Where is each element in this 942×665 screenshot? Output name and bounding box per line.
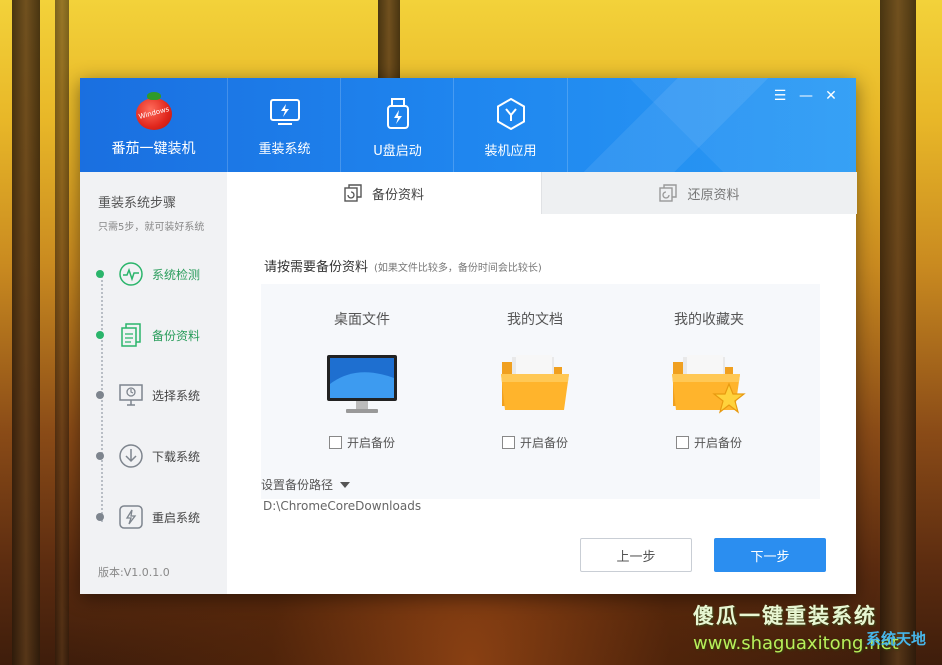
next-button[interactable]: 下一步 <box>714 538 826 572</box>
folder-star-icon <box>671 354 747 418</box>
sidebar-title: 重装系统步骤 <box>98 196 177 211</box>
backup-path-value: D:\ChromeCoreDownloads <box>263 499 422 513</box>
tab-bar: 备份资料 还原资料 <box>227 172 857 214</box>
backup-content: 请按需要备份资料 (如果文件比较多，备份时间会比较长) 桌面文件 开启备份 我的文… <box>227 214 856 594</box>
step-dot <box>96 331 104 339</box>
steps-sidebar: 重装系统步骤 只需5步，就可装好系统 系统检测 备份资料 选择系统 下载系统 重… <box>80 172 228 594</box>
download-circle-icon <box>118 443 144 469</box>
checkbox-label: 开启备份 <box>693 436 742 450</box>
step-dot <box>96 513 104 521</box>
title-bar: Windows 番茄一键装机 重装系统 U盘启动 装机应用 ☰ — ✕ <box>80 78 856 172</box>
tab-backup[interactable]: 备份资料 <box>227 172 541 214</box>
folder-icon <box>500 354 570 416</box>
usb-drive-icon <box>386 98 409 129</box>
step-dot <box>96 270 104 278</box>
watermark-title: 傻瓜一键重装系统 <box>693 604 877 628</box>
backup-checkbox[interactable]: 开启备份 <box>449 434 621 451</box>
watermark-badge: 系统天地 <box>866 630 927 648</box>
step-select-system: 选择系统 <box>96 380 200 410</box>
tab-restore[interactable]: 还原资料 <box>541 172 857 214</box>
close-icon[interactable]: ✕ <box>822 88 840 104</box>
pulse-check-icon <box>118 261 144 287</box>
version-label: 版本:V1.0.1.0 <box>98 566 170 579</box>
minimize-icon[interactable]: — <box>797 88 815 104</box>
reinstall-monitor-icon <box>269 99 300 125</box>
tab-label: 备份资料 <box>371 187 424 203</box>
card-title: 我的收藏夹 <box>674 312 744 328</box>
step-dot <box>96 452 104 460</box>
checkbox-label: 开启备份 <box>519 436 568 450</box>
card-my-documents: 我的文档 开启备份 <box>449 284 621 499</box>
checkbox-box[interactable] <box>675 436 689 449</box>
app-logo: Windows 番茄一键装机 <box>80 78 227 172</box>
card-title: 我的文档 <box>507 312 563 328</box>
menu-icon[interactable]: ☰ <box>771 88 789 104</box>
hint-text: 请按需要备份资料 <box>264 260 369 275</box>
step-restart-system: 重启系统 <box>96 502 200 532</box>
nav-apps[interactable]: 装机应用 <box>453 78 568 172</box>
card-desktop-files: 桌面文件 开启备份 <box>276 284 448 499</box>
step-backup: 备份资料 <box>96 320 200 350</box>
logo-badge: Windows <box>137 105 170 121</box>
tab-label: 还原资料 <box>687 187 740 203</box>
nav-label: U盘启动 <box>373 144 422 159</box>
monitor-select-icon <box>118 382 144 408</box>
installer-window: Windows 番茄一键装机 重装系统 U盘启动 装机应用 ☰ — ✕ 重装系统… <box>80 78 857 594</box>
card-my-favorites: 我的收藏夹 开启备份 <box>623 284 795 499</box>
background-tree-right <box>880 0 916 665</box>
step-label: 重启系统 <box>152 510 201 525</box>
step-label: 备份资料 <box>152 328 201 343</box>
backup-checkbox[interactable]: 开启备份 <box>623 434 795 451</box>
background-tree-left <box>12 0 40 665</box>
nav-label: 装机应用 <box>484 144 537 159</box>
step-label: 选择系统 <box>152 388 201 403</box>
backup-checkbox[interactable]: 开启备份 <box>276 434 448 451</box>
desktop-monitor-icon <box>326 354 398 420</box>
checkbox-box[interactable] <box>501 436 515 449</box>
hint-note: (如果文件比较多，备份时间会比较长) <box>374 263 542 274</box>
restore-icon <box>659 184 678 202</box>
backup-icon <box>344 184 362 202</box>
path-label-text: 设置备份路径 <box>261 478 334 492</box>
nav-label: 重装系统 <box>258 142 311 157</box>
backup-hint: 请按需要备份资料 (如果文件比较多，备份时间会比较长) <box>264 256 542 275</box>
prev-button[interactable]: 上一步 <box>580 538 692 572</box>
card-title: 桌面文件 <box>334 312 390 328</box>
background-tree-mid <box>378 0 400 80</box>
document-copy-icon <box>118 322 144 348</box>
sidebar-subtitle: 只需5步，就可装好系统 <box>98 222 205 233</box>
app-name: 番茄一键装机 <box>111 141 196 157</box>
checkbox-box[interactable] <box>328 436 342 449</box>
chevron-down-icon <box>340 481 351 488</box>
tomato-logo-icon: Windows <box>135 92 172 130</box>
restart-icon <box>118 504 144 530</box>
step-system-check: 系统检测 <box>96 259 200 289</box>
app-hexagon-icon <box>496 98 525 130</box>
nav-usb-boot[interactable]: U盘启动 <box>340 78 454 172</box>
checkbox-label: 开启备份 <box>346 436 395 450</box>
step-label: 下载系统 <box>152 449 201 464</box>
step-dot <box>96 391 104 399</box>
step-download-system: 下载系统 <box>96 441 200 471</box>
backup-path-dropdown[interactable]: 设置备份路径 <box>261 476 351 493</box>
background-tree-left-2 <box>55 0 69 665</box>
nav-reinstall[interactable]: 重装系统 <box>227 78 341 172</box>
step-label: 系统检测 <box>152 267 201 282</box>
backup-options-panel: 桌面文件 开启备份 我的文档 开启备份 我的收藏夹 开启备份 <box>261 284 820 499</box>
